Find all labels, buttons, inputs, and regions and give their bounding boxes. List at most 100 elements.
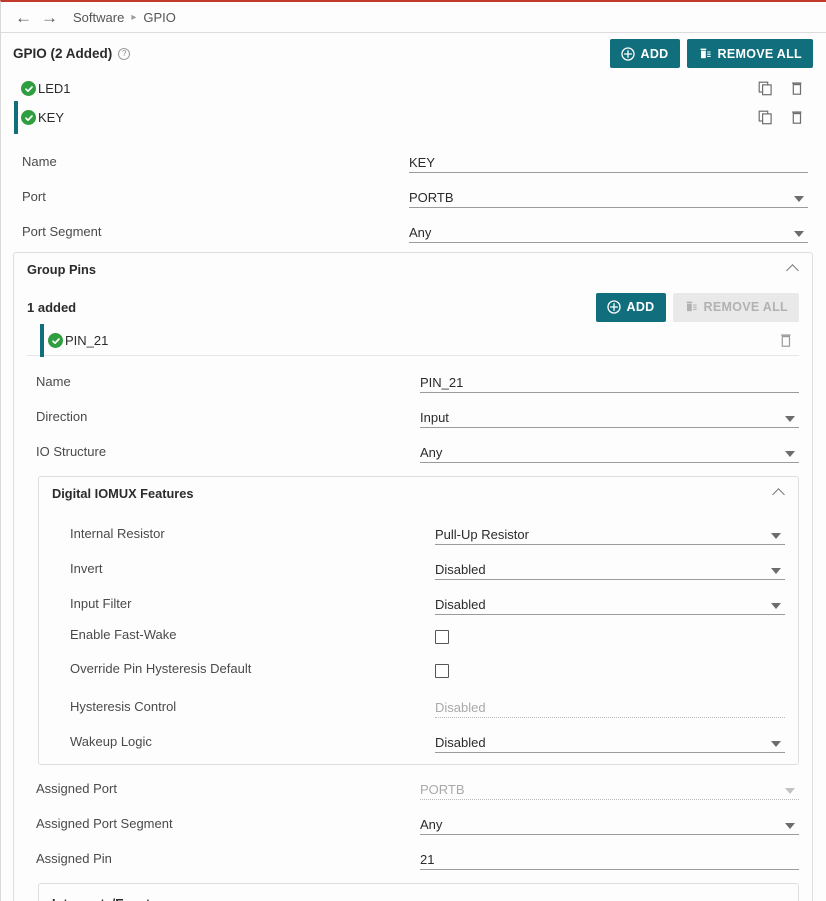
assigned-fields: Assigned Port PORTB Assigned Port Segmen… [27,774,799,870]
field-value: Disabled [435,700,486,715]
arrow-right-icon[interactable]: → [41,9,58,26]
page-title: GPIO (2 Added) [13,46,113,61]
group-pins-toolbar: 1 added ADD REMOVE ALL [27,286,799,322]
trash-icon[interactable] [790,81,804,96]
field-direction: Direction Input [27,402,799,428]
field-label: Hysteresis Control [70,699,177,714]
io-structure-select[interactable]: Any [420,441,799,463]
field-value: Pull-Up Resistor [435,527,529,542]
field-label: IO Structure [36,444,107,459]
breadcrumb: Software ▸ GPIO [73,10,176,25]
group-pins-actions: ADD REMOVE ALL [595,292,799,322]
field-label: Port [22,189,46,204]
instance-fields: Name KEY Port PORTB Port Segment Any [1,132,826,243]
group-pins-body: 1 added ADD REMOVE ALL PIN_21 Name PIN_2… [14,286,812,901]
chevron-down-icon [785,788,795,794]
breadcrumb-root[interactable]: Software [73,10,124,25]
field-port: Port PORTB [1,182,813,208]
check-circle-icon [21,81,36,96]
remove-all-button[interactable]: REMOVE ALL [686,39,813,68]
override-pin-hysteresis-checkbox[interactable] [435,663,449,678]
breadcrumb-current[interactable]: GPIO [143,10,176,25]
interrupts-events-header[interactable]: Interrupts/Events [39,884,798,901]
name-input[interactable]: KEY [409,151,808,173]
chevron-up-icon[interactable] [773,487,786,500]
port-segment-select[interactable]: Any [409,221,808,243]
chevron-down-icon [785,416,795,422]
trash-icon [686,301,697,312]
chevron-down-icon [785,823,795,829]
group-add-button[interactable]: ADD [595,292,666,322]
chevron-down-icon [794,196,804,202]
breadcrumb-bar: ← → Software ▸ GPIO [1,2,826,33]
module-actions: ADD REMOVE ALL [609,39,813,68]
interrupts-events-panel: Interrupts/Events [38,883,799,901]
field-label: Internal Resistor [70,526,165,541]
field-value: Any [409,225,432,240]
field-enable-fast-wake: Enable Fast-Wake [52,624,785,649]
chevron-down-icon [771,568,781,574]
trash-icon [700,48,711,58]
field-label: Invert [70,561,103,576]
chevron-up-icon[interactable] [787,263,800,276]
field-value: Disabled [435,735,486,750]
list-item[interactable]: LED1 [1,74,826,103]
list-item[interactable]: PIN_21 [27,324,799,357]
chevron-down-icon[interactable] [773,897,786,901]
chevron-down-icon [771,603,781,609]
digital-iomux-body: Internal Resistor Pull-Up Resistor Inver… [39,519,798,764]
internal-resistor-select[interactable]: Pull-Up Resistor [435,523,785,545]
copy-icon[interactable] [758,81,773,96]
chevron-down-icon [794,231,804,237]
field-wakeup-logic: Wakeup Logic Disabled [52,727,785,753]
field-value: PIN_21 [420,375,464,390]
wakeup-logic-select[interactable]: Disabled [435,731,785,753]
instance-list: LED1 KEY [1,74,826,134]
invert-select[interactable]: Disabled [435,558,785,580]
field-input-filter: Input Filter Disabled [52,589,785,615]
assigned-pin-input[interactable]: 21 [420,848,799,870]
list-item[interactable]: KEY [1,101,826,134]
add-button-label: ADD [640,46,669,61]
pin-actions [779,333,799,348]
digital-iomux-panel: Digital IOMUX Features Internal Resistor… [38,476,799,765]
port-select[interactable]: PORTB [409,186,808,208]
pin-name: PIN_21 [65,333,109,348]
panel-title: Digital IOMUX Features [52,486,194,501]
assigned-port-segment-select[interactable]: Any [420,813,799,835]
plus-circle-icon [606,300,621,314]
trash-icon[interactable] [779,333,793,348]
field-assigned-port-segment: Assigned Port Segment Any [27,809,799,835]
field-label: Override Pin Hysteresis Default [70,661,252,676]
field-label: Assigned Pin [36,851,112,866]
trash-icon[interactable] [790,110,804,125]
add-button[interactable]: ADD [609,39,680,68]
instance-name: KEY [38,110,65,125]
chevron-down-icon [785,451,795,457]
input-filter-select[interactable]: Disabled [435,593,785,615]
group-add-button-label: ADD [626,300,655,314]
field-assigned-port: Assigned Port PORTB [27,774,799,800]
gpio-config-page: ← → Software ▸ GPIO GPIO (2 Added) ? ADD [0,0,826,901]
enable-fast-wake-checkbox[interactable] [435,629,449,644]
instance-actions [758,110,826,125]
field-override-pin-hysteresis: Override Pin Hysteresis Default [52,658,785,683]
group-pins-header[interactable]: Group Pins [14,253,812,286]
chevron-right-icon: ▸ [131,11,137,23]
pin-fields: Name PIN_21 Direction Input IO Structure [27,355,799,463]
field-label: Direction [36,409,88,424]
field-value: Disabled [435,562,486,577]
copy-icon[interactable] [758,110,773,125]
group-remove-all-button: REMOVE ALL [672,292,799,322]
digital-iomux-header[interactable]: Digital IOMUX Features [39,477,798,510]
help-circle-icon[interactable]: ? [118,47,131,60]
field-label: Name [22,154,57,169]
direction-select[interactable]: Input [420,406,799,428]
field-name: Name KEY [1,147,813,173]
field-internal-resistor: Internal Resistor Pull-Up Resistor [52,519,785,545]
check-circle-icon [21,110,36,125]
chevron-down-icon [771,741,781,747]
group-remove-all-label: REMOVE ALL [703,300,788,314]
arrow-left-icon[interactable]: ← [15,9,32,26]
pin-name-input[interactable]: PIN_21 [420,371,799,393]
